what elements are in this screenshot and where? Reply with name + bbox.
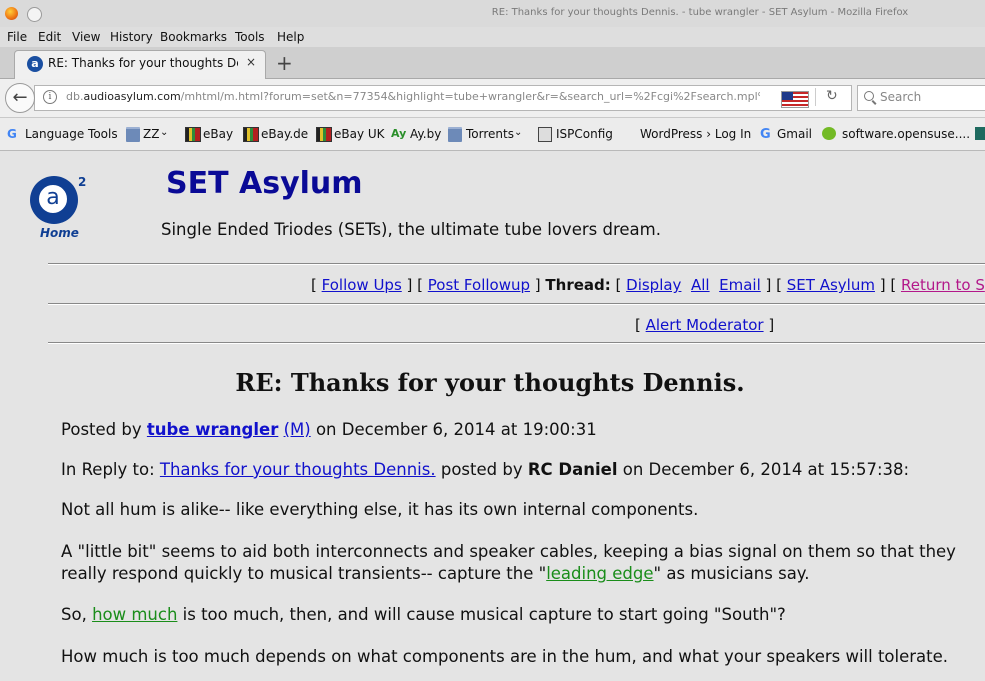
tab-title: RE: Thanks for your thoughts De…	[48, 56, 238, 70]
google-icon: G	[760, 127, 771, 142]
divider	[48, 263, 985, 265]
back-button[interactable]: ←	[5, 83, 35, 113]
search-icon	[864, 91, 874, 101]
thread-email-link[interactable]: Email	[719, 276, 761, 294]
return-to-link[interactable]: Return to S	[901, 276, 985, 294]
url-domain: audioasylum.com	[83, 90, 181, 103]
paragraph-2-start: A "little bit" seems to aid both interco…	[61, 542, 956, 583]
bookmark-gmail[interactable]: Gmail	[777, 127, 812, 141]
thread-nav: [ Follow Ups ] [ Post Followup ] Thread:…	[311, 276, 985, 294]
url-separator	[815, 88, 816, 106]
menu-tools[interactable]: Tools	[235, 30, 265, 44]
new-tab-button[interactable]: +	[276, 51, 293, 75]
author-link[interactable]: tube wrangler	[147, 420, 278, 439]
site-title: SET Asylum	[166, 166, 363, 201]
post-paragraph-1: Not all hum is alike-- like everything e…	[61, 500, 699, 519]
chevron-down-icon: ⌄	[514, 127, 523, 138]
paragraph-3-end: is too much, then, and will cause musica…	[177, 605, 786, 624]
chevron-down-icon: ⌄	[160, 127, 169, 138]
menu-view[interactable]: View	[72, 30, 100, 44]
bookmark-overflow-icon	[975, 127, 985, 140]
menu-edit[interactable]: Edit	[38, 30, 61, 44]
alert-nav: [ Alert Moderator ]	[635, 316, 775, 334]
ebay-uk-icon	[316, 127, 332, 142]
folder-icon	[448, 127, 462, 142]
search-input[interactable]: Search	[880, 90, 921, 104]
paragraph-3-start: So,	[61, 605, 93, 624]
bookmark-ispconfig[interactable]: ISPConfig	[556, 127, 613, 141]
us-flag-canton	[782, 92, 793, 100]
follow-ups-link[interactable]: Follow Ups	[322, 276, 402, 294]
thread-display-link[interactable]: Display	[626, 276, 681, 294]
menu-file[interactable]: File	[7, 30, 27, 44]
url-prefix: db.	[66, 90, 84, 103]
thread-all-link[interactable]: All	[691, 276, 710, 294]
how-much-link[interactable]: how much	[92, 605, 177, 624]
google-translate-icon: G	[7, 127, 17, 141]
post-byline: Posted by tube wrangler (M) on December …	[61, 419, 971, 441]
site-subtitle: Single Ended Triodes (SETs), the ultimat…	[161, 220, 661, 239]
posted-by-label: Posted by	[61, 420, 142, 439]
bookmark-ebay-de[interactable]: eBay.de	[261, 127, 308, 141]
reply-date: on December 6, 2014 at 15:57:38:	[622, 460, 910, 479]
paragraph-2-end: " as musicians say.	[653, 564, 810, 583]
logo-letter: a	[37, 183, 69, 215]
bookmark-opensuse[interactable]: software.opensuse....	[842, 127, 970, 141]
reply-author: RC Daniel	[527, 460, 618, 479]
audioasylum-favicon-icon: a	[27, 56, 43, 72]
author-tag-link[interactable]: (M)	[284, 420, 311, 439]
post-paragraph-4: How much is too much depends on what com…	[61, 647, 949, 666]
site-info-icon[interactable]: i	[43, 90, 57, 104]
divider	[48, 303, 985, 305]
bookmark-language-tools[interactable]: Language Tools	[25, 127, 118, 141]
folder-icon	[126, 127, 140, 142]
ebay-de-icon	[243, 127, 259, 142]
post-paragraph-3: So, how much is too much, then, and will…	[61, 604, 971, 626]
leading-edge-link[interactable]: leading edge	[546, 564, 653, 583]
post-date: on December 6, 2014 at 19:00:31	[315, 420, 597, 439]
bookmark-wordpress-login[interactable]: WordPress › Log In	[640, 127, 751, 141]
forum-link[interactable]: SET Asylum	[787, 276, 875, 294]
ispconfig-icon	[538, 127, 552, 142]
reload-icon[interactable]: ↻	[826, 88, 838, 104]
opensuse-icon	[822, 127, 836, 140]
window-title: RE: Thanks for your thoughts Dennis. - t…	[491, 7, 909, 18]
menu-bookmarks[interactable]: Bookmarks	[160, 30, 227, 44]
menu-history[interactable]: History	[110, 30, 153, 44]
alert-moderator-link[interactable]: Alert Moderator	[646, 316, 764, 334]
divider	[48, 342, 985, 344]
bookmark-ayby[interactable]: Ay.by	[410, 127, 441, 141]
url-text[interactable]: db.audioasylum.com/mhtml/m.html?forum=se…	[66, 90, 760, 103]
url-rest: /mhtml/m.html?forum=set&n=77354&highligh…	[180, 90, 760, 103]
bookmark-ebay[interactable]: eBay	[203, 127, 233, 141]
logo-home-link[interactable]: Home	[40, 226, 79, 240]
thread-label: Thread:	[545, 276, 611, 294]
bookmark-folder-torrents[interactable]: Torrents	[466, 127, 514, 141]
menu-help[interactable]: Help	[277, 30, 304, 44]
reply-label: In Reply to:	[61, 460, 155, 479]
post-title: RE: Thanks for your thoughts Dennis.	[235, 368, 745, 397]
tab-close-icon[interactable]: ×	[246, 55, 256, 69]
ayby-icon: Ay	[391, 127, 407, 140]
reply-posted-by: posted by	[440, 460, 523, 479]
post-followup-link[interactable]: Post Followup	[428, 276, 530, 294]
reply-parent-link[interactable]: Thanks for your thoughts Dennis.	[160, 460, 436, 479]
logo-superscript: 2	[78, 175, 87, 189]
bookmark-folder-zz[interactable]: ZZ	[143, 127, 159, 141]
ebay-icon	[185, 127, 201, 142]
reply-line: In Reply to: Thanks for your thoughts De…	[61, 459, 971, 481]
post-paragraph-2: A "little bit" seems to aid both interco…	[61, 541, 971, 585]
bookmark-ebay-uk[interactable]: eBay UK	[334, 127, 385, 141]
